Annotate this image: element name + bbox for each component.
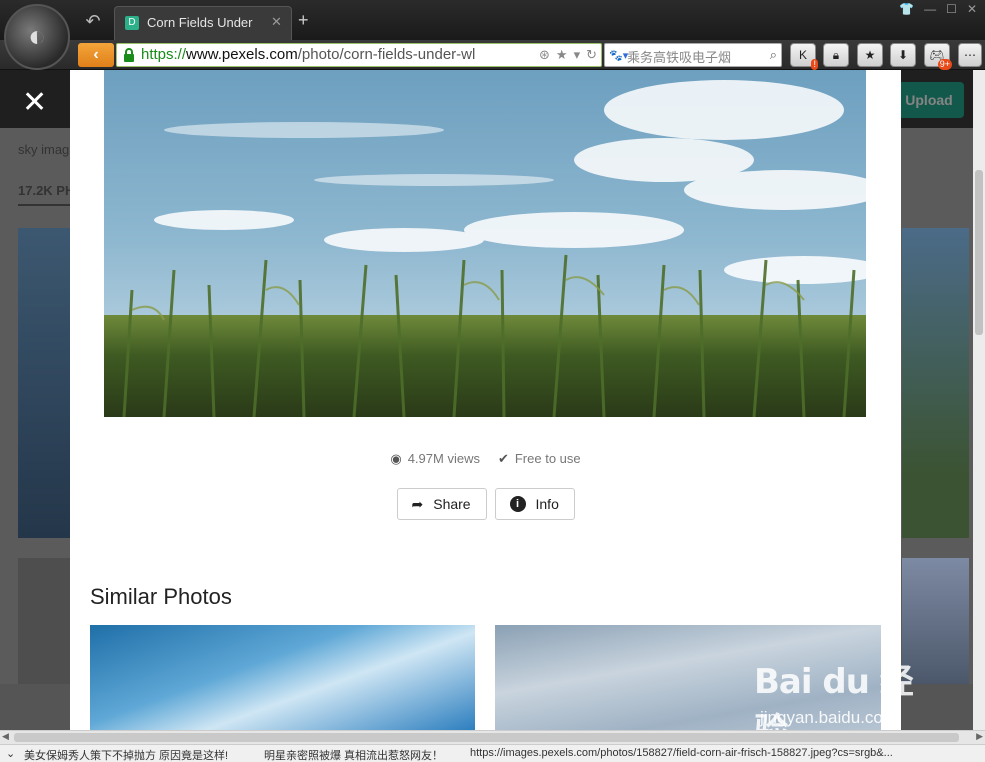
close-icon[interactable]: ✕ <box>22 88 48 118</box>
tab-title: Corn Fields Under <box>147 15 253 30</box>
horizontal-scrollbar[interactable]: ◀ ▶ <box>0 730 985 744</box>
check-circle-icon: ✔ <box>497 451 509 466</box>
photo-meta: ◉ 4.97M views ✔ Free to use <box>70 451 901 467</box>
url-path: /photo/corn-fields-under-wl <box>297 46 476 63</box>
search-input[interactable]: 乘务高铁吸电子烟 <box>627 47 731 66</box>
baidu-watermark: Bai du 经验 jingyan.baidu.com <box>754 650 934 751</box>
photo-actions: ➦ Share i Info <box>70 488 901 520</box>
license-stat: ✔ Free to use <box>498 451 581 467</box>
status-url: https://images.pexels.com/photos/158827/… <box>470 747 893 759</box>
minimize-icon[interactable]: — <box>924 2 936 16</box>
undo-close-tab-icon[interactable]: ↶ <box>80 8 106 34</box>
vertical-scroll-thumb[interactable] <box>975 170 983 335</box>
similar-photo[interactable] <box>90 625 475 730</box>
background-photo[interactable] <box>18 228 70 538</box>
background-photo[interactable] <box>902 228 969 538</box>
lock-extension-button[interactable]: 🔒︎ <box>823 43 849 67</box>
status-news-link[interactable]: 明星亲密照被爆 真相流出惹怒网友！ <box>264 747 443 762</box>
search-icon[interactable]: ⌕ <box>770 47 777 63</box>
eye-icon: ◉ <box>390 451 402 466</box>
refresh-icon[interactable]: ↻ <box>586 47 597 63</box>
game-button[interactable]: 🎮︎ 9+ <box>924 43 952 70</box>
compat-mode-icon[interactable]: ⊛ <box>539 47 550 63</box>
search-term-label: sky imag <box>18 142 70 157</box>
download-icon: ⬇ <box>897 48 909 62</box>
url-scheme: https:// <box>141 46 187 63</box>
main-photo[interactable] <box>104 70 866 417</box>
scroll-right-icon[interactable]: ▶ <box>976 731 983 742</box>
share-label: Share <box>433 496 471 512</box>
lock-icon <box>124 48 134 62</box>
more-icon: ⋯ <box>964 48 976 62</box>
game-badge: 9+ <box>937 59 952 70</box>
horizontal-scroll-thumb[interactable] <box>14 733 959 742</box>
skin-icon[interactable]: 👕 <box>899 2 914 16</box>
k-extension-button[interactable]: K! <box>790 43 818 70</box>
status-bar: ⌄ 美女保姆秀人策下不掉抛方 原因竟是这样! 明星亲密照被爆 真相流出惹怒网友！… <box>0 744 985 762</box>
url-text: https://www.pexels.com/photo/corn-fields… <box>141 46 513 63</box>
star-icon: ★ <box>864 48 876 62</box>
dropdown-icon[interactable]: ▾ <box>574 47 581 63</box>
menu-button[interactable]: ⋯ <box>958 43 982 67</box>
photo-modal: ◉ 4.97M views ✔ Free to use ➦ Share i Info S… <box>70 70 901 730</box>
tab-favicon-icon: D <box>125 16 139 30</box>
views-count: 4.97M views <box>407 451 480 466</box>
photo-count-tab[interactable]: 17.2K PH <box>18 183 75 206</box>
watermark-site: jingyan.baidu.com <box>760 708 898 727</box>
similar-photos-title: Similar Photos <box>90 584 232 609</box>
info-icon: i <box>509 496 526 512</box>
baidu-paw-icon[interactable]: 🐾▾ <box>609 49 628 62</box>
corn-field-photo <box>104 70 866 417</box>
url-host: www.pexels.com <box>186 46 298 63</box>
address-bar[interactable]: https://www.pexels.com/photo/corn-fields… <box>116 43 602 67</box>
address-bar-icons: ⊛ ★ ▾ ↻ <box>539 47 597 63</box>
window-controls: 👕 — ☐ ✕ <box>899 2 977 16</box>
close-window-icon[interactable]: ✕ <box>967 2 977 16</box>
browser-logo-icon[interactable]: ◐ <box>4 4 70 70</box>
info-button[interactable]: i Info <box>494 488 575 520</box>
browser-toolbar: ‹ https://www.pexels.com/photo/corn-fiel… <box>0 40 985 70</box>
browser-tab[interactable]: D Corn Fields Under ✕ <box>114 6 292 40</box>
views-stat: ◉ 4.97M views <box>390 451 480 467</box>
new-tab-icon[interactable]: + <box>298 10 309 31</box>
share-arrow-icon: ➦ <box>411 495 424 512</box>
search-box[interactable]: 🐾▾ 乘务高铁吸电子烟 ⌕ <box>604 43 782 67</box>
favorites-button[interactable]: ★ <box>857 43 883 67</box>
k-badge: ! <box>811 59 818 70</box>
news-toggle-icon[interactable]: ⌄ <box>6 747 15 760</box>
background-photo[interactable] <box>18 558 70 688</box>
padlock-icon: 🔒︎ <box>832 48 840 62</box>
scroll-left-icon[interactable]: ◀ <box>2 731 9 742</box>
tab-close-icon[interactable]: ✕ <box>271 14 282 30</box>
license-text: Free to use <box>514 451 581 466</box>
back-button[interactable]: ‹ <box>78 43 114 67</box>
favorite-star-icon[interactable]: ★ <box>556 47 568 63</box>
vertical-scrollbar[interactable] <box>973 70 985 730</box>
page-viewport: Upload sky imag 17.2K PH ✕ ◉ 4.97M views… <box>0 70 973 730</box>
maximize-icon[interactable]: ☐ <box>946 2 957 16</box>
status-news-link[interactable]: 美女保姆秀人策下不掉抛方 原因竟是这样! <box>24 747 228 762</box>
download-button[interactable]: ⬇ <box>890 43 916 67</box>
share-button[interactable]: ➦ Share <box>396 488 487 520</box>
upload-button[interactable]: Upload <box>894 82 964 118</box>
info-label: Info <box>535 496 559 512</box>
